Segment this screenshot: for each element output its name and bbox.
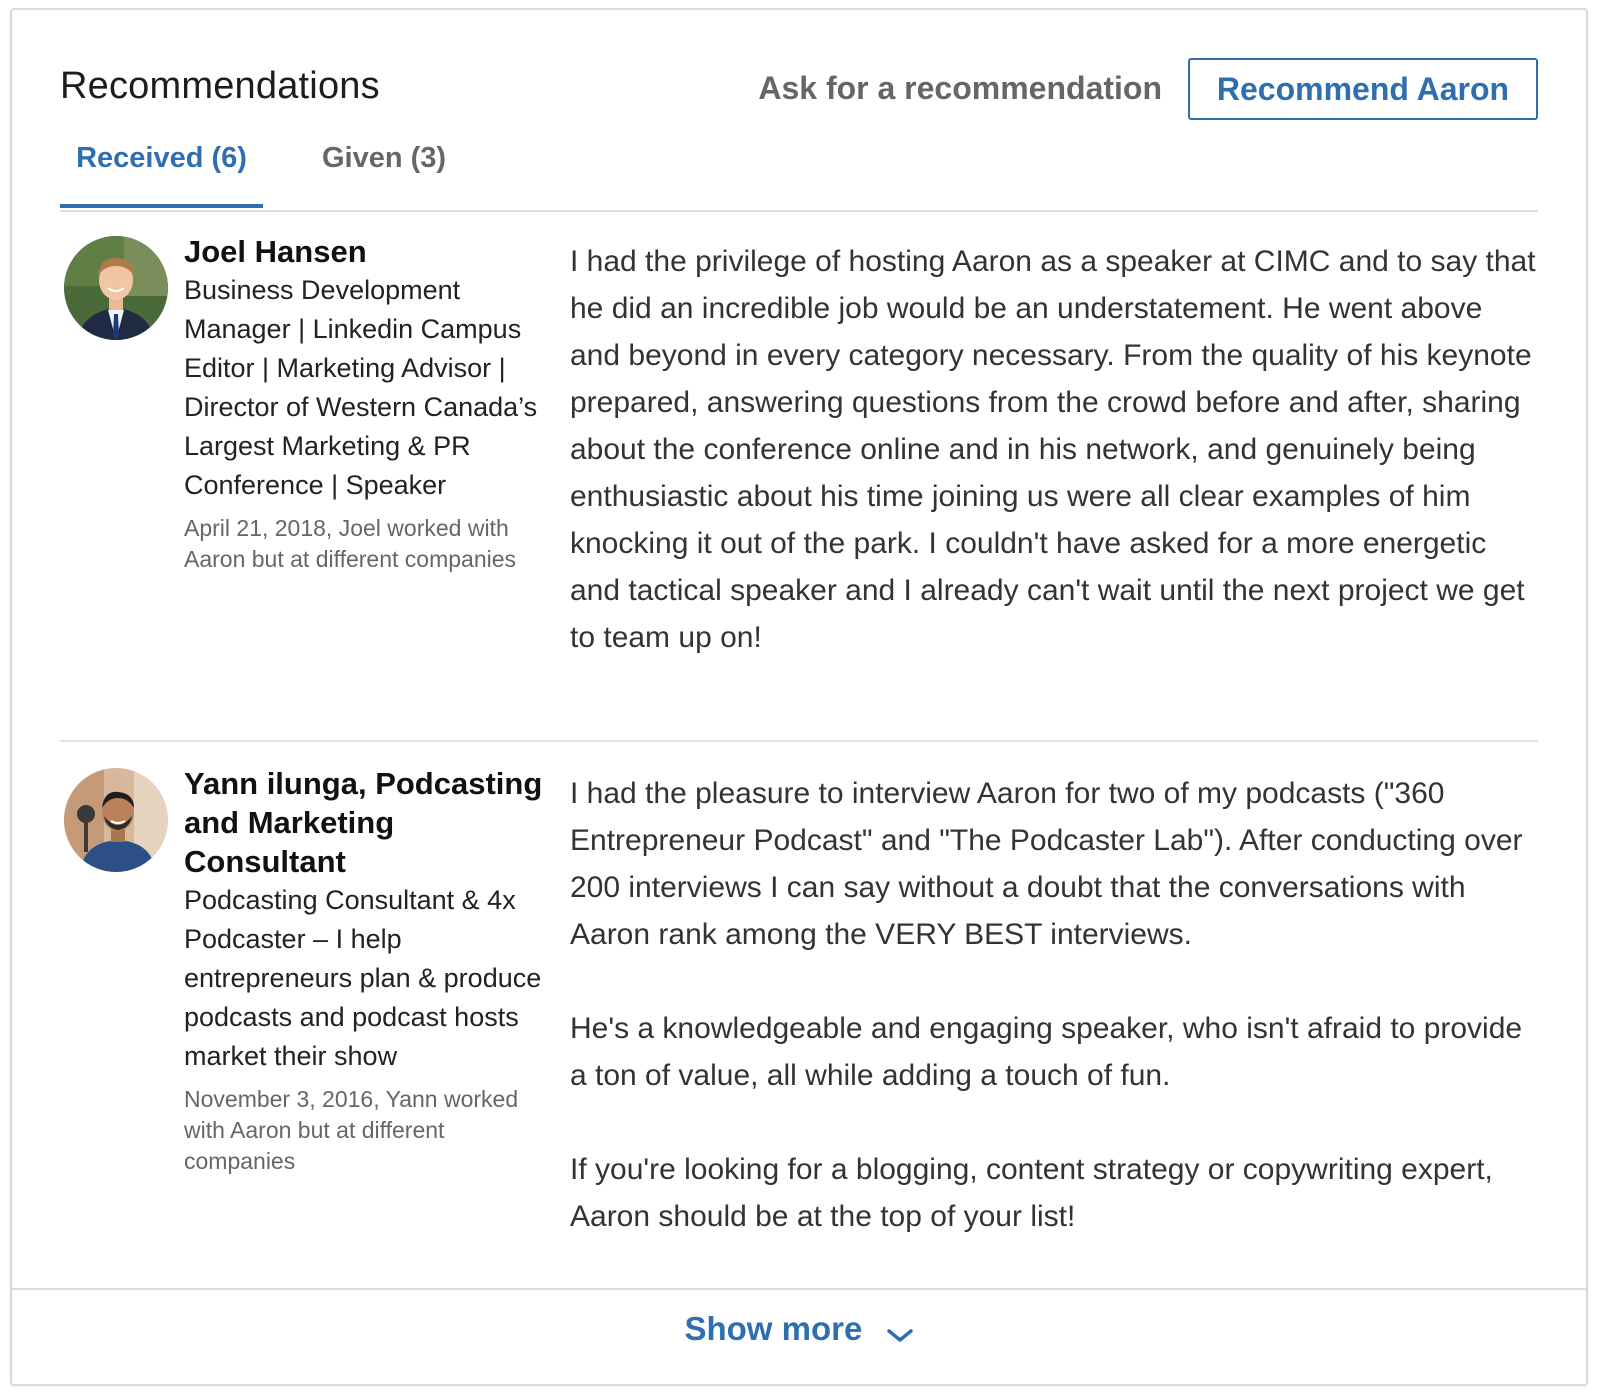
- recommender-info: Joel Hansen Business Development Manager…: [184, 232, 544, 575]
- recommendation-paragraph: He's a knowledgeable and engaging speake…: [570, 1012, 1523, 1092]
- recommendation-paragraph: I had the pleasure to interview Aaron fo…: [570, 777, 1523, 951]
- recommendation-meta: November 3, 2016, Yann worked with Aaron…: [184, 1086, 519, 1174]
- recommender-name[interactable]: Yann ilunga, Podcasting and Marketing Co…: [184, 764, 544, 881]
- recommendation-text: I had the pleasure to interview Aaron fo…: [570, 770, 1538, 1240]
- recommendation-tabs: Received (6) Given (3): [60, 130, 1538, 212]
- recommendations-header: Recommendations Ask for a recommendation…: [12, 10, 1586, 212]
- card-footer: Show more: [12, 1288, 1586, 1384]
- ask-recommendation-link[interactable]: Ask for a recommendation: [758, 70, 1162, 107]
- chevron-down-icon: [886, 1314, 914, 1352]
- tab-received[interactable]: Received (6): [60, 142, 263, 208]
- avatar[interactable]: [64, 768, 168, 872]
- tab-given[interactable]: Given (3): [322, 142, 446, 208]
- recommender-name[interactable]: Joel Hansen: [184, 232, 544, 271]
- recommendation-meta: April 21, 2018, Joel worked with Aaron b…: [184, 515, 517, 572]
- avatar[interactable]: [64, 236, 168, 340]
- recommendation-item: Yann ilunga, Podcasting and Marketing Co…: [60, 764, 1538, 1264]
- recommendations-card: Recommendations Ask for a recommendation…: [10, 8, 1588, 1386]
- recommendation-item: Joel Hansen Business Development Manager…: [60, 232, 1538, 742]
- recommendation-text: I had the privilege of hosting Aaron as …: [570, 238, 1538, 661]
- recommender-headline: Business Development Manager | Linkedin …: [184, 275, 538, 500]
- section-title: Recommendations: [60, 65, 380, 107]
- show-more-button[interactable]: Show more: [12, 1310, 1586, 1352]
- recommender-info: Yann ilunga, Podcasting and Marketing Co…: [184, 764, 544, 1177]
- recommend-button[interactable]: Recommend Aaron: [1188, 58, 1538, 120]
- show-more-label: Show more: [684, 1310, 863, 1347]
- recommendation-paragraph: If you're looking for a blogging, conten…: [570, 1153, 1493, 1233]
- recommendation-paragraph: I had the privilege of hosting Aaron as …: [570, 245, 1536, 654]
- recommender-headline: Podcasting Consultant & 4x Podcaster – I…: [184, 885, 542, 1071]
